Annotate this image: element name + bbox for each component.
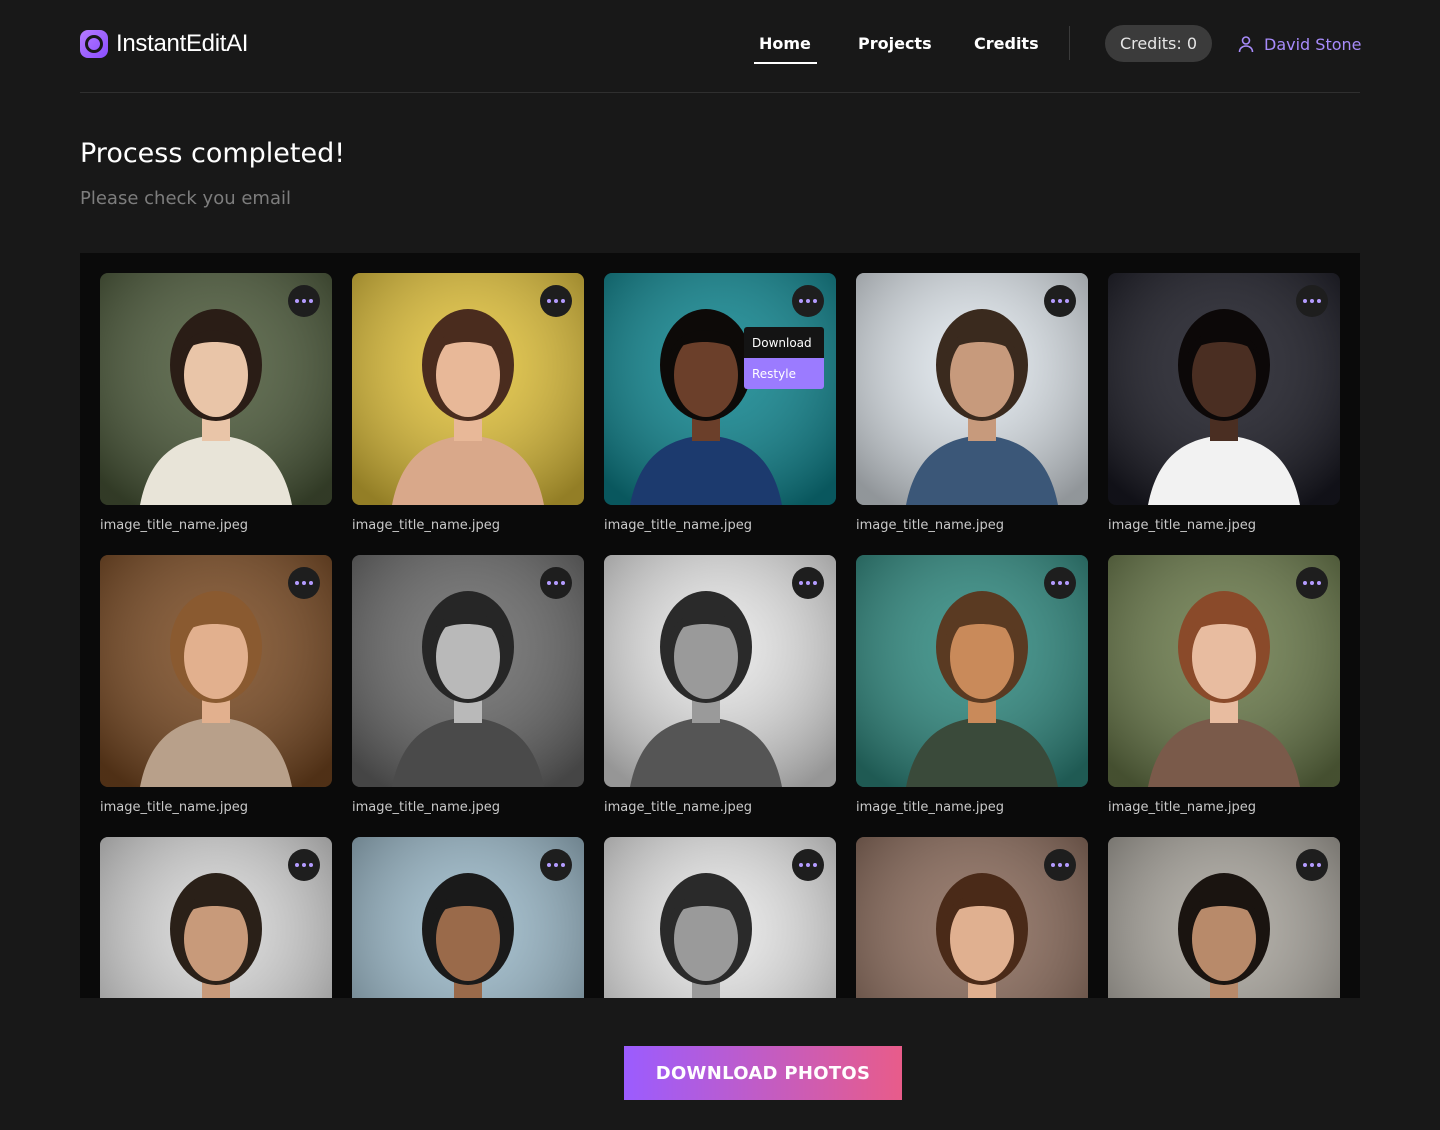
image-thumbnail[interactable] [856, 837, 1088, 998]
more-options-icon[interactable] [288, 567, 320, 599]
nav-home[interactable]: Home [754, 34, 817, 64]
page-subtitle: Please check you email [80, 188, 291, 209]
image-caption: image_title_name.jpeg [856, 518, 1005, 533]
image-thumbnail[interactable] [352, 555, 584, 787]
image-thumbnail[interactable] [1108, 273, 1340, 505]
more-options-icon[interactable] [1044, 285, 1076, 317]
image-caption: image_title_name.jpeg [856, 800, 1005, 815]
image-card[interactable]: image_title_name.jpeg [856, 273, 1088, 533]
image-card[interactable]: image_title_name.jpeg [100, 555, 332, 815]
more-options-icon[interactable] [1296, 285, 1328, 317]
image-thumbnail[interactable] [100, 273, 332, 505]
image-thumbnail[interactable] [352, 273, 584, 505]
image-thumbnail[interactable] [1108, 555, 1340, 787]
image-card[interactable]: image_title_name.jpeg [1108, 837, 1340, 998]
menu-item-restyle[interactable]: Restyle [744, 358, 824, 389]
user-menu[interactable]: David Stone [1236, 32, 1361, 56]
image-thumbnail[interactable] [100, 555, 332, 787]
more-options-icon[interactable] [792, 849, 824, 881]
more-options-icon[interactable] [792, 285, 824, 317]
page-title: Process completed! [80, 138, 346, 169]
image-caption: image_title_name.jpeg [1108, 518, 1257, 533]
logo-icon [80, 30, 108, 58]
nav-projects[interactable]: Projects [858, 34, 932, 53]
image-caption: image_title_name.jpeg [604, 800, 753, 815]
app-header: InstantEditAI Home Projects Credits Cred… [80, 0, 1361, 93]
image-card[interactable]: image_title_name.jpeg [604, 555, 836, 815]
image-caption: image_title_name.jpeg [100, 800, 249, 815]
more-options-icon[interactable] [540, 849, 572, 881]
image-card[interactable]: image_title_name.jpeg [352, 837, 584, 998]
image-context-menu: Download Restyle [744, 327, 824, 389]
image-thumbnail[interactable] [604, 555, 836, 787]
more-options-icon[interactable] [1296, 849, 1328, 881]
more-options-icon[interactable] [540, 567, 572, 599]
image-thumbnail[interactable] [856, 273, 1088, 505]
image-caption: image_title_name.jpeg [100, 518, 249, 533]
credits-badge[interactable]: Credits: 0 [1105, 25, 1212, 62]
image-gallery: image_title_name.jpeg image_title_name.jp… [80, 253, 1360, 998]
image-caption: image_title_name.jpeg [352, 518, 501, 533]
brand-logo[interactable]: InstantEditAI [80, 30, 248, 58]
image-card[interactable]: image_title_name.jpeg [1108, 273, 1340, 533]
more-options-icon[interactable] [1296, 567, 1328, 599]
download-photos-button[interactable]: DOWNLOAD PHOTOS [624, 1046, 902, 1100]
image-card[interactable]: image_title_name.jpeg [604, 837, 836, 998]
image-thumbnail[interactable] [352, 837, 584, 998]
more-options-icon[interactable] [540, 285, 572, 317]
image-card[interactable]: image_title_name.jpeg [1108, 555, 1340, 815]
more-options-icon[interactable] [288, 285, 320, 317]
image-card[interactable]: image_title_name.jpeg [100, 273, 332, 533]
nav-credits[interactable]: Credits [974, 34, 1039, 53]
brand-name: InstantEditAI [116, 30, 249, 57]
image-caption: image_title_name.jpeg [352, 800, 501, 815]
image-card[interactable]: image_title_name.jpeg [352, 273, 584, 533]
image-card[interactable]: image_title_name.jpeg [352, 555, 584, 815]
more-options-icon[interactable] [792, 567, 824, 599]
image-caption: image_title_name.jpeg [604, 518, 753, 533]
user-name: David Stone [1264, 34, 1362, 54]
image-thumbnail[interactable] [856, 555, 1088, 787]
image-thumbnail[interactable] [100, 837, 332, 998]
image-card[interactable]: image_title_name.jpeg [100, 837, 332, 998]
image-thumbnail[interactable] [1108, 837, 1340, 998]
more-options-icon[interactable] [1044, 849, 1076, 881]
more-options-icon[interactable] [288, 849, 320, 881]
user-icon [1238, 36, 1254, 53]
nav-divider [1069, 26, 1070, 60]
menu-item-download[interactable]: Download [744, 327, 824, 358]
image-card[interactable]: image_title_name.jpeg [856, 555, 1088, 815]
image-card[interactable]: Download Restyle image_title_name.jpeg [604, 273, 836, 533]
image-thumbnail[interactable] [604, 837, 836, 998]
image-card[interactable]: image_title_name.jpeg [856, 837, 1088, 998]
image-caption: image_title_name.jpeg [1108, 800, 1257, 815]
more-options-icon[interactable] [1044, 567, 1076, 599]
image-thumbnail[interactable]: Download Restyle [604, 273, 836, 505]
